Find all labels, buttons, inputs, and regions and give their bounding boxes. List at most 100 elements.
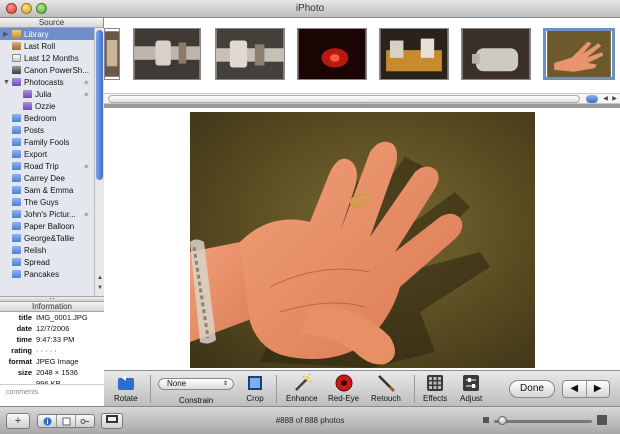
sidebar-item-label: Sam & Emma <box>24 185 74 195</box>
sidebar-item[interactable]: ▶Last Roll <box>0 40 94 52</box>
source-scrollbar[interactable]: ▲ ▼ <box>94 28 104 296</box>
toolbar-divider <box>150 375 151 403</box>
sidebar-item[interactable]: ▶Canon PowerSh... <box>0 64 94 76</box>
zoom-slider[interactable] <box>494 420 592 423</box>
sidebar-item[interactable]: ▶Paper Balloon <box>0 220 94 232</box>
thumbnail-hand-selected[interactable] <box>543 28 615 80</box>
next-photo-button[interactable]: ▶ <box>585 381 610 397</box>
folder-icon <box>12 210 21 218</box>
rotate-button[interactable]: Rotate <box>114 374 138 403</box>
info-value[interactable]: 12/7/2006 <box>36 324 104 333</box>
info-value[interactable]: IMG_0001.JPG <box>36 313 104 322</box>
sidebar-item-label: Road Trip <box>24 161 59 171</box>
magic-wand-icon <box>292 374 312 392</box>
thumbnail-lights[interactable] <box>379 28 449 80</box>
photo-navigation: ◀ ▶ <box>562 380 610 398</box>
rotate-icon <box>116 374 136 392</box>
toolbar-divider <box>276 375 277 403</box>
source-scroll-thumb[interactable] <box>96 30 103 180</box>
sidebar-item[interactable]: Julia ◆ <box>0 88 94 100</box>
sidebar-item-label: Relish <box>24 245 47 255</box>
thumbnail-pipe-2[interactable] <box>215 28 285 80</box>
zoom-slider-knob[interactable] <box>498 416 507 425</box>
title-bar: iPhoto <box>0 0 620 18</box>
source-sidebar: Source ▶ Library▶Last Roll▶Last 12 Months… <box>0 18 104 424</box>
sidebar-item[interactable]: ▶Bedroom <box>0 112 94 124</box>
info-value: · · · · · <box>36 346 57 355</box>
sidebar-item[interactable]: ▶Posts <box>0 124 94 136</box>
sidebar-item[interactable]: ▶Export <box>0 148 94 160</box>
retouch-button[interactable]: Retouch <box>371 374 401 403</box>
disclosure-triangle-icon[interactable]: ▼ <box>3 79 12 86</box>
sidebar-item[interactable]: ▶Carrey Dee <box>0 172 94 184</box>
crop-label: Crop <box>246 394 264 403</box>
sidebar-item-label: Bedroom <box>24 113 57 123</box>
scroll-down-arrow-icon[interactable]: ▼ <box>96 284 104 292</box>
disclosure-triangle-icon[interactable]: ▶ <box>3 30 12 38</box>
film-strip-track[interactable] <box>108 95 580 103</box>
sidebar-item[interactable]: ▶Spread <box>0 256 94 268</box>
adjust-button[interactable]: Adjust <box>460 374 482 403</box>
source-list: ▶ Library▶Last Roll▶Last 12 Months▶Canon … <box>0 28 94 296</box>
sidebar-item[interactable]: Ozzie <box>0 100 94 112</box>
adjust-sliders-icon <box>461 374 481 392</box>
sidebar-item[interactable]: ▶The Guys <box>0 196 94 208</box>
sidebar-item[interactable]: ▶Road Trip◆ <box>0 160 94 172</box>
sidebar-item[interactable]: ▶ Library <box>0 28 94 40</box>
effects-grid-icon <box>425 374 445 392</box>
sidebar-item-label: Paper Balloon <box>24 221 75 231</box>
enhance-button[interactable]: Enhance <box>286 374 318 403</box>
folder-icon <box>12 150 21 158</box>
sidebar-item[interactable]: ▶George&Tallie <box>0 232 94 244</box>
done-button[interactable]: Done <box>509 380 555 398</box>
crop-button[interactable]: Crop <box>245 374 265 403</box>
sidebar-item-label: George&Tallie <box>24 233 75 243</box>
rotate-label: Rotate <box>114 394 138 403</box>
sidebar-item-label: Ozzie <box>35 101 56 111</box>
sidebar-item[interactable]: ▶Relish <box>0 244 94 256</box>
previous-photo-button[interactable]: ◀ <box>563 381 586 397</box>
status-badge-icon: ◆ <box>84 91 89 98</box>
sidebar-item[interactable]: ▶Sam & Emma <box>0 184 94 196</box>
film-roll-icon <box>12 42 21 50</box>
main-photo-hand <box>190 112 535 368</box>
status-bar: + #888 of 888 photos <box>0 406 620 434</box>
crop-icon <box>245 374 265 392</box>
thumbnail-pipe-1[interactable] <box>133 28 201 80</box>
scroll-up-arrow-icon[interactable]: ▲ <box>96 274 104 282</box>
photocast-icon <box>23 102 32 110</box>
thumbnail-bottle[interactable] <box>461 28 531 80</box>
thumbnail-partial[interactable] <box>104 28 120 80</box>
strip-right-arrow-icon[interactable]: ▶ <box>610 94 619 104</box>
sidebar-item-label: Photocasts <box>24 77 64 87</box>
constrain-select[interactable]: None ⇕ <box>158 378 234 390</box>
red-eye-icon <box>334 374 354 392</box>
enhance-label: Enhance <box>286 394 318 403</box>
small-thumb-icon <box>483 417 489 423</box>
film-strip-scroll-knob[interactable] <box>586 95 598 103</box>
info-key: title <box>18 313 32 322</box>
sidebar-item-label: Posts <box>24 125 45 135</box>
effects-label: Effects <box>423 394 448 403</box>
thumbnail-red-light[interactable] <box>297 28 367 80</box>
info-key: date <box>16 324 32 333</box>
info-row: time 9:47:33 PM <box>0 334 104 345</box>
folder-icon <box>12 126 21 134</box>
folder-icon <box>12 138 21 146</box>
brush-icon <box>376 374 396 392</box>
info-key: time <box>16 335 32 344</box>
sidebar-item[interactable]: ▶Last 12 Months <box>0 52 94 64</box>
sidebar-item[interactable]: ▼ Photocasts ◆ <box>0 76 94 88</box>
strip-left-arrow-icon[interactable]: ◀ <box>601 94 610 104</box>
sidebar-item[interactable]: ▶Family Fools <box>0 136 94 148</box>
folder-icon <box>12 222 21 230</box>
info-row: title IMG_0001.JPG <box>0 312 104 323</box>
photocast-icon <box>12 78 21 86</box>
sidebar-item[interactable]: ▶John's Pictur...◆ <box>0 208 94 220</box>
effects-button[interactable]: Effects <box>423 374 447 403</box>
retouch-label: Retouch <box>371 394 401 403</box>
photocast-icon <box>23 90 32 98</box>
red-eye-button[interactable]: Red-Eye <box>328 374 359 403</box>
info-row: rating · · · · · <box>0 345 104 356</box>
sidebar-item[interactable]: ▶Pancakes <box>0 268 94 280</box>
